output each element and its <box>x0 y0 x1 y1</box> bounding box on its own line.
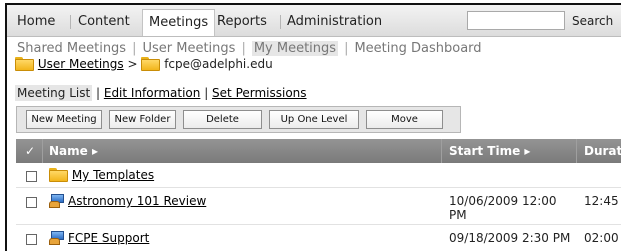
column-start-time[interactable]: Start Time ▸ <box>449 144 530 158</box>
folder-icon <box>15 57 34 71</box>
column-divider <box>576 139 577 163</box>
tab-meeting-list[interactable]: Meeting List <box>15 85 93 101</box>
select-all-checkbox[interactable]: ✓ <box>25 144 35 158</box>
row-name-link[interactable]: FCPE Support <box>68 231 149 245</box>
toolbar: New Meeting New Folder Delete Up One Lev… <box>16 106 461 133</box>
row-checkbox[interactable] <box>26 234 37 245</box>
breadcrumb: User Meetings > fcpe@adelphi.edu <box>15 57 273 75</box>
new-folder-button[interactable]: New Folder <box>109 110 176 129</box>
app-frame: Home Content Meetings Reports Administra… <box>5 3 621 251</box>
tab-edit-information[interactable]: Edit Information <box>104 86 201 100</box>
table-row[interactable]: Astronomy 101 Review 10/06/2009 12:00 PM… <box>16 188 621 225</box>
row-checkbox[interactable] <box>26 197 37 208</box>
subnav-my-meetings[interactable]: My Meetings <box>251 41 339 56</box>
row-duration: 12:45 <box>584 194 619 208</box>
tab-home[interactable]: Home <box>17 14 55 30</box>
subnav-divider: | <box>132 41 137 56</box>
sub-nav: Shared Meetings | User Meetings | My Meeting… <box>17 41 482 56</box>
table-row[interactable]: FCPE Support 09/18/2009 2:30 PM 02:00 <box>16 225 621 251</box>
new-meeting-button[interactable]: New Meeting <box>26 110 102 129</box>
tab-administration[interactable]: Administration <box>287 14 382 30</box>
top-nav: Home Content Meetings Reports Administra… <box>7 5 621 37</box>
subnav-meeting-dashboard[interactable]: Meeting Dashboard <box>354 41 481 56</box>
search-input[interactable] <box>467 11 565 30</box>
row-start-time: 09/18/2009 2:30 PM <box>449 231 571 245</box>
subnav-shared-meetings[interactable]: Shared Meetings <box>17 41 126 56</box>
breadcrumb-separator: > <box>127 57 138 71</box>
meeting-icon <box>49 231 65 245</box>
tab-divider: | <box>96 86 104 100</box>
tab-meetings[interactable]: Meetings <box>142 9 216 36</box>
row-name-link[interactable]: Astronomy 101 Review <box>68 194 206 208</box>
row-name-link[interactable]: My Templates <box>72 168 154 182</box>
tab-divider <box>280 15 281 29</box>
breadcrumb-current: fcpe@adelphi.edu <box>164 57 273 71</box>
delete-button[interactable]: Delete <box>183 110 262 129</box>
column-divider <box>441 139 442 163</box>
tab-content[interactable]: Content <box>78 14 130 30</box>
tab-set-permissions[interactable]: Set Permissions <box>212 86 307 100</box>
grid-header: ✓ Name ▸ Start Time ▸ Duration <box>16 139 621 163</box>
folder-icon <box>141 57 161 71</box>
page-tabs: Meeting List | Edit Information | Set Pe… <box>15 85 307 101</box>
table-row[interactable]: My Templates <box>16 163 621 188</box>
move-button[interactable]: Move <box>366 110 443 129</box>
subnav-divider: | <box>241 41 246 56</box>
row-duration: 02:00 <box>584 231 619 245</box>
column-name[interactable]: Name ▸ <box>49 144 98 158</box>
up-one-level-button[interactable]: Up One Level <box>269 110 359 129</box>
row-checkbox[interactable] <box>26 171 37 182</box>
breadcrumb-user-meetings[interactable]: User Meetings <box>38 57 124 71</box>
column-divider <box>42 139 43 163</box>
row-start-time: 10/06/2009 12:00 PM <box>449 194 557 222</box>
tab-divider <box>70 15 71 29</box>
meeting-icon <box>49 194 65 208</box>
search-button[interactable]: Search <box>572 14 613 28</box>
subnav-user-meetings[interactable]: User Meetings <box>142 41 235 56</box>
tab-divider: | <box>200 86 213 100</box>
folder-icon <box>49 168 68 182</box>
subnav-divider: | <box>344 41 349 56</box>
column-duration[interactable]: Duration <box>584 144 621 158</box>
tab-reports[interactable]: Reports <box>217 14 267 30</box>
